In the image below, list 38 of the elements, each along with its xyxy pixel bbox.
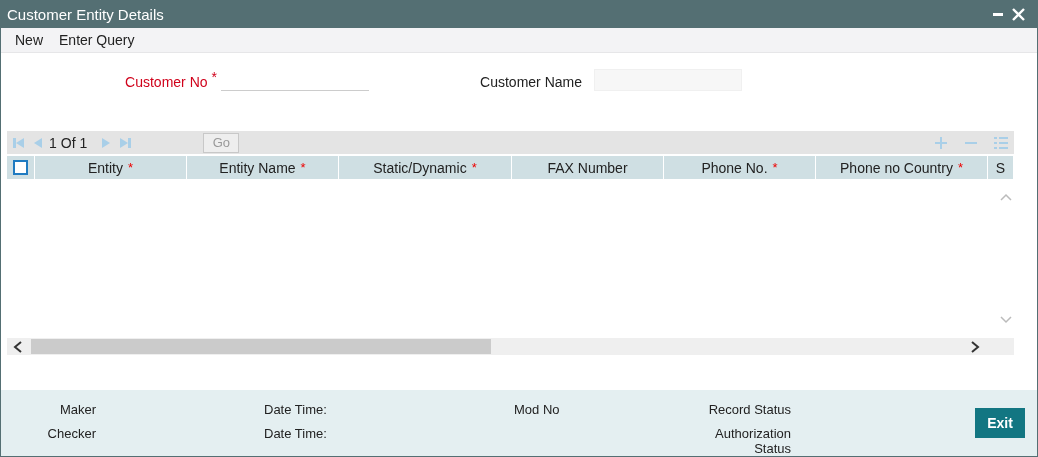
field-label: Customer Name bbox=[480, 73, 582, 90]
audit-label: Record Status bbox=[707, 402, 791, 417]
audit-label: Authorization Status bbox=[714, 426, 791, 456]
window-title: Customer Entity Details bbox=[7, 5, 165, 23]
horizontal-scrollbar[interactable] bbox=[7, 338, 1014, 355]
list-icon[interactable] bbox=[992, 135, 1010, 150]
page-of-label: Of bbox=[60, 134, 76, 151]
close-icon bbox=[1012, 7, 1025, 21]
field-label: Customer No bbox=[125, 73, 208, 90]
column-header: FAX Number bbox=[547, 159, 628, 176]
audit-label: Mod No bbox=[514, 402, 561, 417]
menu-item[interactable]: New bbox=[7, 32, 51, 48]
scroll-up-icon[interactable] bbox=[999, 193, 1012, 201]
column-header: Phone No. bbox=[701, 159, 768, 176]
required-mark: * bbox=[211, 69, 217, 85]
audit-label: Checker bbox=[46, 426, 96, 441]
page-number: 1 bbox=[49, 134, 57, 151]
required-mark: * bbox=[471, 160, 477, 175]
page-total: 1 bbox=[79, 134, 88, 151]
column-header: S bbox=[995, 159, 1006, 176]
column-header: Static/Dynamic bbox=[373, 159, 467, 176]
menu-item[interactable]: Enter Query bbox=[51, 32, 143, 48]
last-page-icon[interactable] bbox=[117, 136, 134, 149]
add-row-icon[interactable] bbox=[932, 135, 950, 150]
audit-label: Date Time: bbox=[264, 426, 328, 441]
column-header: Entity Name bbox=[219, 159, 296, 176]
column-header: Phone no Country bbox=[840, 159, 953, 176]
first-page-icon[interactable] bbox=[11, 136, 27, 149]
audit-label: Maker bbox=[58, 402, 96, 417]
column-header: Entity bbox=[87, 159, 123, 176]
required-mark: * bbox=[127, 160, 134, 175]
audit-label: Date Time: bbox=[264, 402, 328, 417]
required-mark: * bbox=[957, 160, 963, 175]
exit-button[interactable]: Exit bbox=[975, 408, 1025, 438]
required-mark: * bbox=[300, 160, 306, 175]
required-mark: * bbox=[772, 160, 778, 175]
scroll-down-icon[interactable] bbox=[999, 316, 1012, 324]
select-all-checkbox[interactable] bbox=[13, 160, 28, 175]
